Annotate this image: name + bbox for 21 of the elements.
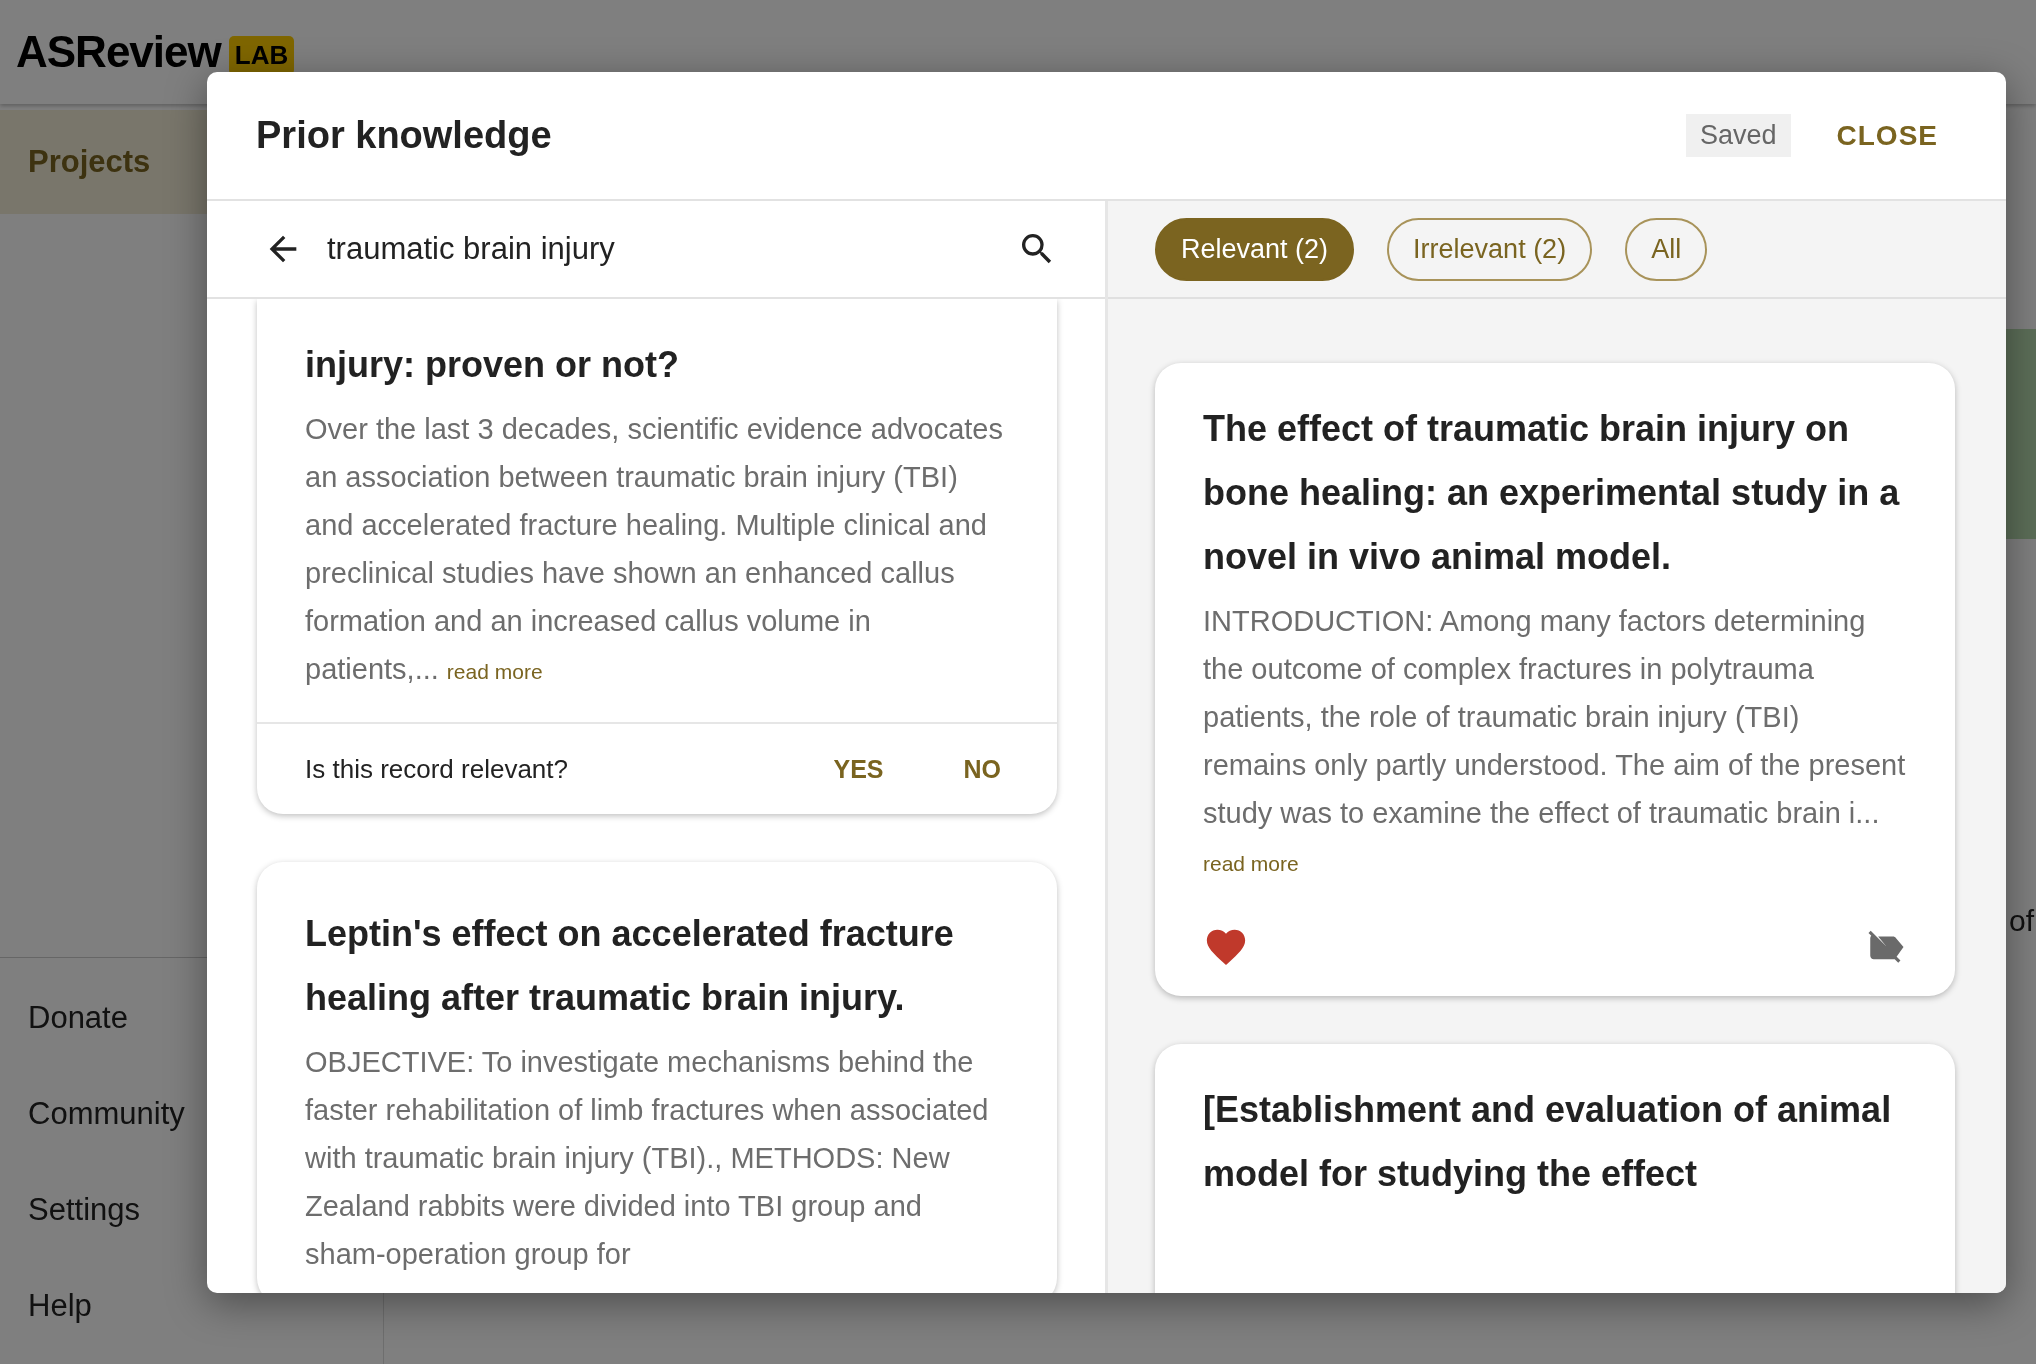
background-text: of — [2008, 904, 2034, 938]
record-abstract: OBJECTIVE: To investigate mechanisms behind the faster rehabilitation of limb fractures when associated with traumatic brain injury (TBI)., METHODS: New Zealand rabbits were divided into TBI group and sham-operation group for — [305, 1045, 990, 1272]
search-field[interactable]: traumatic brain injury — [325, 230, 995, 268]
app-logo[interactable]: ASReview — [16, 27, 221, 77]
filter-chip[interactable]: All — [1625, 217, 1708, 281]
record-title: [Establishment and evaluation of animal model for studying the effect — [1203, 1088, 1893, 1196]
yes-button[interactable]: YES — [813, 746, 904, 792]
relevance-question: Is this record relevant? — [305, 753, 568, 785]
filter-chip[interactable]: Irrelevant (2) — [1387, 217, 1593, 281]
read-more-link[interactable]: read more — [446, 660, 543, 683]
record-abstract: Over the last 3 decades, scientific evidence advocates an association between traumatic brain injury (TBI) and accelerated fracture healing. Multiple clinical and preclinical studies have shown an enhanced callus formation and an increased callus volume in patients,... read more — [305, 412, 1004, 687]
record-title: Leptin's effect on accelerated fracture healing after traumatic brain injury. — [305, 912, 955, 1020]
saved-status: Saved — [1685, 114, 1791, 157]
record-title: The effect of traumatic brain injury on bone healing: an experimental study in a novel in vivo animal model. — [1203, 407, 1901, 579]
record-abstract: INTRODUCTION: Among many factors determining the outcome of complex fractures in polytrauma patients, the role of traumatic brain injury (TBI) remains only partly understood. The aim of the present study was to examine the effect of traumatic brain i... read more — [1203, 604, 1907, 877]
close-button[interactable]: CLOSE — [1820, 113, 1954, 158]
filter-chip[interactable]: Relevant (2) — [1155, 217, 1355, 281]
record-title: injury: proven or not? — [305, 343, 680, 387]
lab-badge: LAB — [228, 35, 295, 75]
read-more-link[interactable]: read more — [1203, 852, 1299, 875]
no-button[interactable]: NO — [943, 746, 1021, 792]
